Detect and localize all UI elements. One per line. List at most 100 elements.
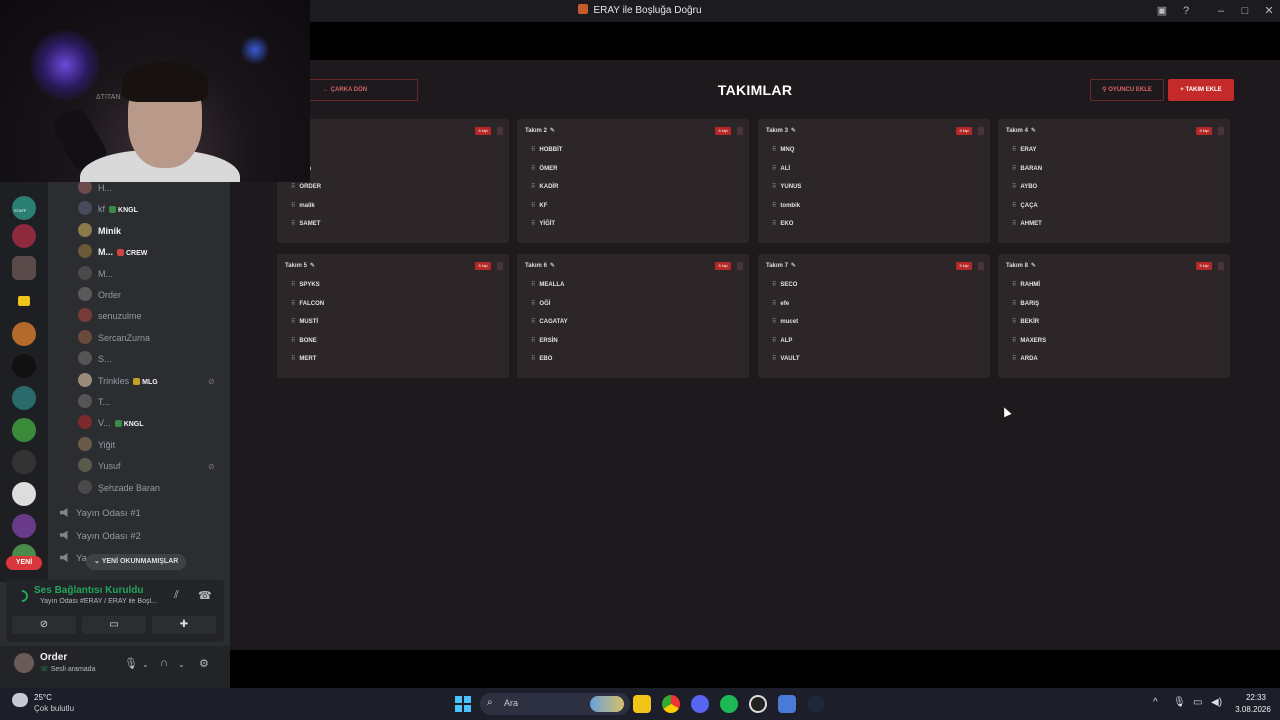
- chevron-down-icon[interactable]: ⌄: [178, 660, 185, 669]
- drag-handle-icon[interactable]: ⠿: [772, 166, 776, 172]
- player-item[interactable]: ⠿ AHMET: [1012, 220, 1042, 227]
- player-item[interactable]: ⠿ EKO: [772, 220, 793, 227]
- windows-start-icon[interactable]: [455, 696, 471, 712]
- voice-status[interactable]: Ses Bağlantısı Kuruldu: [34, 585, 143, 596]
- app-icon[interactable]: [778, 695, 796, 713]
- player-item[interactable]: ⠿ BEKİR: [1012, 318, 1039, 325]
- new-badge[interactable]: YENİ: [6, 556, 42, 570]
- player-item[interactable]: ⠿ SPYKS: [291, 281, 320, 288]
- member-item[interactable]: Order: [78, 285, 121, 305]
- drag-handle-icon[interactable]: ⠿: [531, 166, 535, 172]
- trash-icon[interactable]: [1218, 262, 1224, 270]
- drag-handle-icon[interactable]: ⠿: [291, 356, 295, 362]
- trash-icon[interactable]: [1218, 127, 1224, 135]
- team-name[interactable]: Takım 2 ✎: [525, 127, 555, 134]
- chevron-down-icon[interactable]: ⌄: [142, 660, 149, 669]
- player-item[interactable]: ⠿ RAHMİ: [1012, 281, 1040, 288]
- team-name[interactable]: Takım 5 ✎: [285, 262, 315, 269]
- player-item[interactable]: ⠿ KADİR: [531, 183, 558, 190]
- drag-handle-icon[interactable]: ⠿: [531, 319, 535, 325]
- drag-handle-icon[interactable]: ⠿: [291, 221, 295, 227]
- cloud-icon[interactable]: [12, 693, 28, 707]
- member-item[interactable]: Yiğit: [78, 435, 115, 455]
- drag-handle-icon[interactable]: ⠿: [1012, 338, 1016, 344]
- trash-icon[interactable]: [978, 262, 984, 270]
- member-item[interactable]: Trinkles MLG: [78, 371, 158, 391]
- pencil-icon[interactable]: ✎: [1031, 263, 1036, 269]
- screen-share-button[interactable]: ▭: [82, 616, 146, 634]
- settings-gear-icon[interactable]: ⚙: [199, 657, 209, 670]
- drag-handle-icon[interactable]: ⠿: [1012, 184, 1016, 190]
- member-item[interactable]: M... CREW: [78, 242, 147, 262]
- server-icon[interactable]: [12, 354, 36, 378]
- drag-handle-icon[interactable]: ⠿: [772, 184, 776, 190]
- player-item[interactable]: ⠿ YİĞİT: [531, 220, 555, 227]
- drag-handle-icon[interactable]: ⠿: [1012, 319, 1016, 325]
- drag-handle-icon[interactable]: ⠿: [531, 147, 535, 153]
- team-name[interactable]: Takım 7 ✎: [766, 262, 796, 269]
- unread-messages-pill[interactable]: ⌄ YENİ OKUNMAMIŞLAR: [86, 554, 187, 570]
- help-icon[interactable]: ?: [1179, 4, 1193, 18]
- player-item[interactable]: ⠿ BARAN: [1012, 165, 1042, 172]
- trash-icon[interactable]: [497, 127, 503, 135]
- volume-icon[interactable]: ◀): [1211, 697, 1222, 708]
- server-icon[interactable]: [12, 322, 36, 346]
- player-item[interactable]: ⠿ ÇAÇA: [1012, 202, 1038, 209]
- pencil-icon[interactable]: ✎: [791, 128, 796, 134]
- drag-handle-icon[interactable]: ⠿: [772, 221, 776, 227]
- microphone-icon[interactable]: 🎙: [124, 657, 138, 670]
- voice-channel-item[interactable]: Ya: [60, 550, 87, 568]
- drag-handle-icon[interactable]: ⠿: [531, 356, 535, 362]
- player-item[interactable]: ⠿ tombik: [772, 202, 800, 209]
- player-item[interactable]: ⠿ BARIŞ: [1012, 300, 1039, 307]
- drag-handle-icon[interactable]: ⠿: [1012, 282, 1016, 288]
- member-item[interactable]: kf KNGL: [78, 199, 138, 219]
- pencil-icon[interactable]: ✎: [1031, 128, 1036, 134]
- drag-handle-icon[interactable]: ⠿: [291, 203, 295, 209]
- drag-handle-icon[interactable]: ⠿: [531, 184, 535, 190]
- server-icon[interactable]: [12, 256, 36, 280]
- network-icon[interactable]: ▭: [1193, 697, 1202, 708]
- trash-icon[interactable]: [737, 127, 743, 135]
- player-item[interactable]: ⠿ MEALLA: [531, 281, 564, 288]
- player-item[interactable]: ⠿ MUSTİ: [291, 318, 318, 325]
- drag-handle-icon[interactable]: ⠿: [1012, 301, 1016, 307]
- member-item[interactable]: Minik: [78, 221, 121, 241]
- drag-handle-icon[interactable]: ⠿: [531, 338, 535, 344]
- team-name[interactable]: Takım 6 ✎: [525, 262, 555, 269]
- server-icon[interactable]: [12, 224, 36, 248]
- server-icon[interactable]: [12, 386, 36, 410]
- drag-handle-icon[interactable]: ⠿: [291, 184, 295, 190]
- clock-date[interactable]: 3.08.2026: [1230, 705, 1276, 714]
- drag-handle-icon[interactable]: ⠿: [772, 301, 776, 307]
- player-item[interactable]: ⠿ MAXERS: [1012, 337, 1046, 344]
- player-item[interactable]: ⠿ ALİ: [772, 165, 790, 172]
- drag-handle-icon[interactable]: ⠿: [1012, 221, 1016, 227]
- voice-channel-item[interactable]: Yayın Odası #1: [60, 505, 141, 523]
- noise-suppression-icon[interactable]: ⫽: [174, 589, 179, 602]
- drag-handle-icon[interactable]: ⠿: [531, 203, 535, 209]
- team-name[interactable]: Takım 8 ✎: [1006, 262, 1036, 269]
- drag-handle-icon[interactable]: ⠿: [291, 282, 295, 288]
- minimize-icon[interactable]: –: [1214, 4, 1228, 18]
- drag-handle-icon[interactable]: ⠿: [772, 338, 776, 344]
- member-item[interactable]: senuzulme: [78, 306, 142, 326]
- member-item[interactable]: Yusuf: [78, 456, 121, 476]
- steam-icon[interactable]: [807, 695, 825, 713]
- trash-icon[interactable]: [497, 262, 503, 270]
- microphone-icon[interactable]: 🎙: [1173, 697, 1186, 708]
- add-team-button[interactable]: + TAKIM EKLE: [1168, 79, 1234, 101]
- member-item[interactable]: V... KNGL: [78, 413, 144, 433]
- player-item[interactable]: ⠿ SECO: [772, 281, 797, 288]
- drag-handle-icon[interactable]: ⠿: [291, 301, 295, 307]
- player-item[interactable]: ⠿ VAULT: [772, 355, 800, 362]
- drag-handle-icon[interactable]: ⠿: [772, 356, 776, 362]
- screenshot-icon[interactable]: ▣: [1155, 4, 1169, 18]
- add-player-button[interactable]: ⚲ OYUNCU EKLE: [1090, 79, 1164, 101]
- disconnect-icon[interactable]: ☎: [198, 589, 212, 602]
- weather-description[interactable]: Çok bulutlu: [34, 704, 74, 713]
- maximize-icon[interactable]: □: [1238, 4, 1252, 18]
- player-item[interactable]: ⠿ AYBO: [1012, 183, 1037, 190]
- camera-off-button[interactable]: ⊘: [12, 616, 76, 634]
- server-icon[interactable]: [12, 514, 36, 538]
